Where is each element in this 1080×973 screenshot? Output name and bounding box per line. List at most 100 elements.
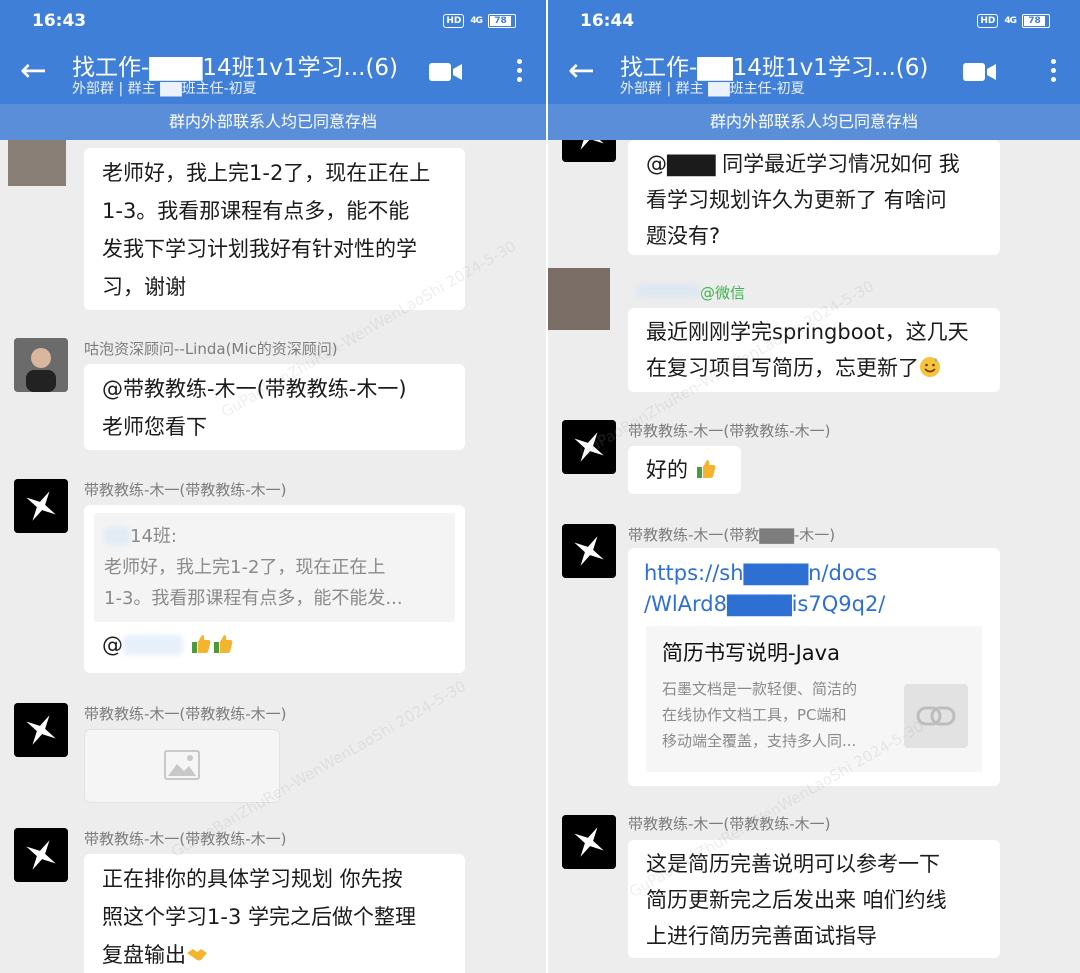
left-screenshot: 16:43 HD 4G 78 ← 找工作-▇▇▇14班1v1学习...(6) 外… xyxy=(0,0,546,973)
reply-text: @ xyxy=(94,622,455,660)
avatar[interactable] xyxy=(14,828,68,882)
more-options-icon[interactable] xyxy=(514,56,524,88)
chat-title: 找工作-▇▇▇14班1v1学习...(6) xyxy=(72,55,399,81)
sweat-smile-emoji-icon xyxy=(920,357,940,377)
avatar[interactable] xyxy=(548,268,610,330)
status-bar: 16:44 HD 4G 78 xyxy=(548,0,1080,44)
battery-icon: 78 xyxy=(488,14,516,28)
message-text: 好的 xyxy=(646,452,723,488)
battery-icon: 78 xyxy=(1022,14,1050,28)
sender-name: @微信 xyxy=(636,282,745,303)
hd-icon: HD xyxy=(977,14,999,28)
sparkle-avatar-icon xyxy=(562,815,616,869)
message-text: 看学习规划许久为更新了 有啥问 xyxy=(646,188,947,212)
message-bubble[interactable]: https://sh▇▇▇▇n/docs /WlArd8▇▇▇▇is7Q9q2/… xyxy=(628,548,1000,786)
message-text: 在复习项目写简历，忘更新了 xyxy=(646,350,982,386)
message-text: 老师好，我上完1-2了，现在正在上 xyxy=(102,161,431,185)
thumbs-up-icon xyxy=(696,460,716,478)
handshake-icon xyxy=(187,949,207,961)
avatar[interactable] xyxy=(14,703,68,757)
avatar[interactable] xyxy=(562,815,616,869)
sender-name: 带教教练-木一(带教教练-木一) xyxy=(84,830,287,848)
sparkle-avatar-icon xyxy=(562,524,616,578)
link-icon xyxy=(904,684,968,748)
message-text: 简历更新完之后发出来 咱们约线 xyxy=(646,888,947,912)
video-call-icon[interactable] xyxy=(962,60,998,84)
person-avatar-icon xyxy=(14,338,68,392)
battery-level: 78 xyxy=(490,16,511,26)
chat-title: 找工作-▇▇14班1v1学习...(6) xyxy=(620,55,929,81)
message-text: 最近刚刚学完springboot，这几天 xyxy=(646,320,969,344)
status-icons: HD 4G 78 xyxy=(977,14,1050,28)
message-text: 上进行简历完善面试指导 xyxy=(646,924,877,948)
message-text: 发我下学习计划我好有针对性的学 xyxy=(102,237,417,261)
message-bubble[interactable]: @带教教练-木一(带教教练-木一) 老师您看下 xyxy=(84,364,465,450)
message-bubble[interactable]: 这是简历完善说明可以参考一下 简历更新完之后发出来 咱们约线 上进行简历完善面试… xyxy=(628,840,1000,958)
signal-icon: 4G xyxy=(1004,16,1017,26)
video-call-icon[interactable] xyxy=(428,60,464,84)
link-preview-card[interactable]: 简历书写说明-Java 石墨文档是一款轻便、简洁的 在线协作文档工具，PC端和 … xyxy=(646,626,982,772)
avatar[interactable] xyxy=(8,140,66,186)
thumbs-up-icon xyxy=(213,635,233,653)
archive-notice: 群内外部联系人均已同意存档 xyxy=(548,104,1080,140)
back-arrow-icon[interactable]: ← xyxy=(20,54,47,86)
chat-header: ← 找工作-▇▇▇14班1v1学习...(6) 外部群 | 群主 ▇▇班主任-初… xyxy=(0,44,546,104)
quoted-message[interactable]: 14班: 老师好，我上完1-2了，现在正在上 1-3。我看那课程有点多，能不能发… xyxy=(94,513,455,622)
avatar[interactable] xyxy=(14,479,68,533)
archive-notice: 群内外部联系人均已同意存档 xyxy=(0,104,546,140)
card-description: 石墨文档是一款轻便、简洁的 在线协作文档工具，PC端和 移动端全覆盖，支持多人同… xyxy=(662,680,858,750)
link-text[interactable]: https://sh▇▇▇▇n/docs xyxy=(644,558,984,589)
message-bubble[interactable]: @▇▇▇ 同学最近学习情况如何 我 看学习规划许久为更新了 有啥问 题没有? xyxy=(628,140,1000,255)
sender-name: 带教教练-木一(带教教练-木一) xyxy=(628,815,831,833)
signal-icon: 4G xyxy=(470,16,483,26)
sparkle-avatar-icon xyxy=(14,828,68,882)
avatar[interactable] xyxy=(562,420,616,474)
wechat-tag: @微信 xyxy=(700,284,746,302)
hd-icon: HD xyxy=(443,14,465,28)
quote-title: 14班: xyxy=(104,521,445,552)
message-bubble[interactable]: 老师好，我上完1-2了，现在正在上 1-3。我看那课程有点多，能不能 发我下学习… xyxy=(84,148,465,310)
message-text: 习，谢谢 xyxy=(102,275,186,299)
message-text: @带教教练-木一(带教教练-木一) xyxy=(102,377,407,401)
sparkle-avatar-icon xyxy=(14,703,68,757)
status-icons: HD 4G 78 xyxy=(443,14,516,28)
sparkle-avatar-icon xyxy=(14,479,68,533)
sparkle-avatar-icon xyxy=(562,420,616,474)
sender-name: 带教教练-木一(带教教练-木一) xyxy=(84,481,287,499)
right-screenshot: 16:44 HD 4G 78 ← 找工作-▇▇14班1v1学习...(6) 外部… xyxy=(548,0,1080,973)
status-time: 16:44 xyxy=(580,11,635,31)
link-text[interactable]: /WlArd8▇▇▇▇is7Q9q2/ xyxy=(644,589,984,620)
message-text: 老师您看下 xyxy=(102,415,207,439)
quote-text: 老师好，我上完1-2了，现在正在上 xyxy=(104,557,386,578)
thumbs-up-icon xyxy=(191,635,211,653)
image-message[interactable] xyxy=(84,729,280,803)
message-text: 1-3。我看那课程有点多，能不能 xyxy=(102,199,410,223)
back-arrow-icon[interactable]: ← xyxy=(568,54,595,86)
more-options-icon[interactable] xyxy=(1048,56,1058,88)
chat-subtitle: 外部群 | 群主 ▇▇班主任-初夏 xyxy=(72,81,257,97)
sender-name: 带教教练-木一(带教教练-木一) xyxy=(628,422,831,440)
card-title: 简历书写说明-Java xyxy=(662,641,840,665)
sender-name: 咕泡资深顾问--Linda(Mic的资深顾问) xyxy=(84,340,338,358)
message-bubble[interactable]: 好的 xyxy=(628,446,741,494)
message-text: 照这个学习1-3 学完之后做个整理 xyxy=(102,905,416,929)
avatar[interactable] xyxy=(562,524,616,578)
message-text: @▇▇▇ 同学最近学习情况如何 我 xyxy=(646,152,960,176)
avatar[interactable] xyxy=(14,338,68,392)
message-bubble[interactable]: 最近刚刚学完springboot，这几天 在复习项目写简历，忘更新了 xyxy=(628,308,1000,392)
battery-level: 78 xyxy=(1024,16,1045,26)
message-text: 这是简历完善说明可以参考一下 xyxy=(646,852,940,876)
status-bar: 16:43 HD 4G 78 xyxy=(0,0,546,44)
message-text: 复盘输出 xyxy=(102,936,447,973)
chat-header: ← 找工作-▇▇14班1v1学习...(6) 外部群 | 群主 ▇▇班主任-初夏 xyxy=(548,44,1080,104)
sender-name: 带教教练-木一(带教▇▇▇-木一) xyxy=(628,526,836,544)
sender-name: 带教教练-木一(带教教练-木一) xyxy=(84,705,287,723)
message-bubble[interactable]: 正在排你的具体学习规划 你先按 照这个学习1-3 学完之后做个整理 复盘输出 xyxy=(84,854,465,973)
message-text: 题没有? xyxy=(646,224,721,248)
status-time: 16:43 xyxy=(32,11,87,31)
message-bubble[interactable]: 14班: 老师好，我上完1-2了，现在正在上 1-3。我看那课程有点多，能不能发… xyxy=(84,505,465,673)
image-placeholder-icon xyxy=(164,750,200,780)
message-text: 正在排你的具体学习规划 你先按 xyxy=(102,867,403,891)
chat-subtitle: 外部群 | 群主 ▇▇班主任-初夏 xyxy=(620,81,805,97)
quote-text: 1-3。我看那课程有点多，能不能发... xyxy=(104,588,403,609)
